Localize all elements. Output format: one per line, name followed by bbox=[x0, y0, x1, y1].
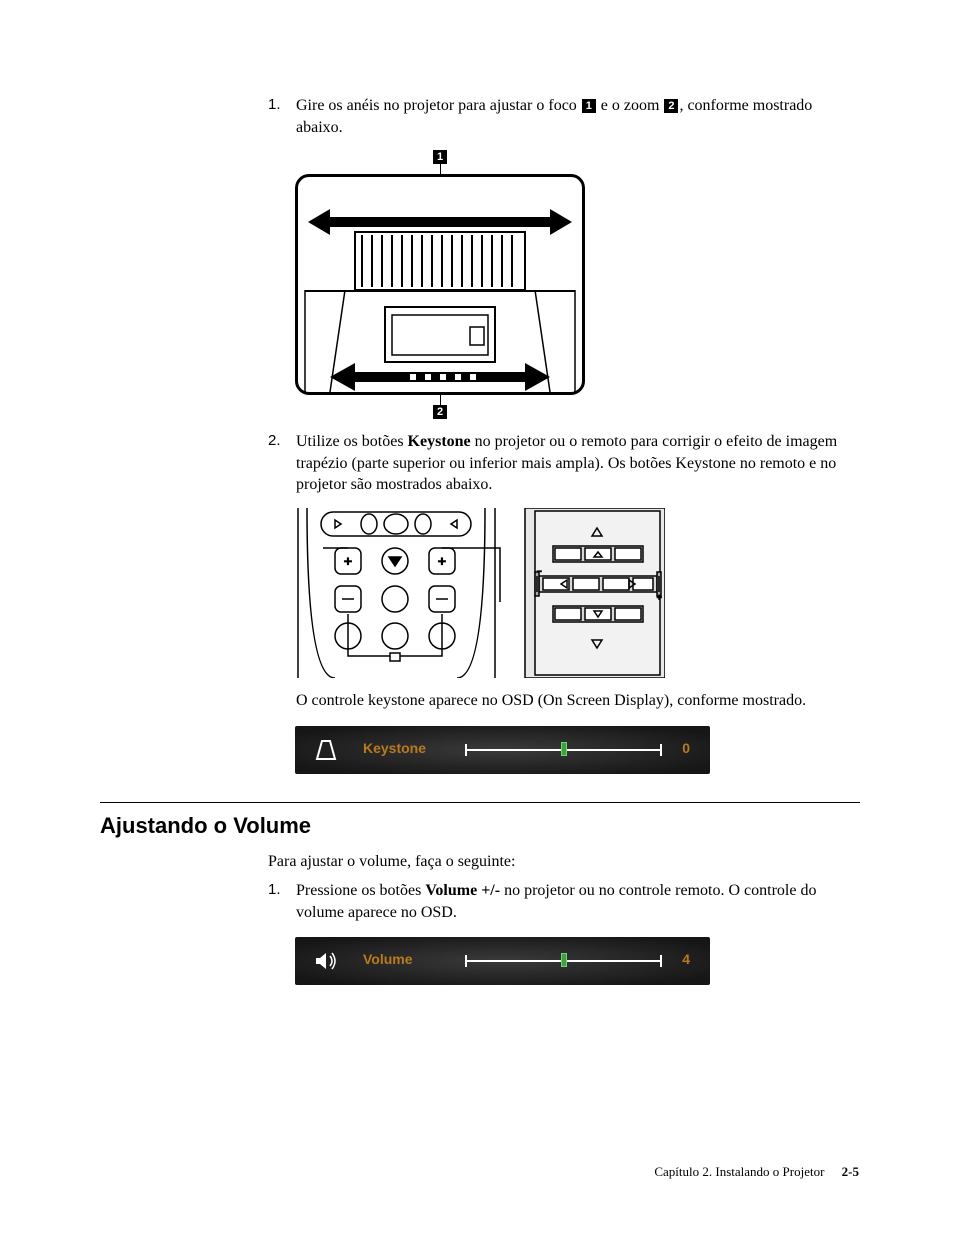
osd-slider-track bbox=[465, 960, 662, 962]
volume-step-1: 1. Pressione os botões Volume +/- no pro… bbox=[268, 880, 860, 923]
page-footer: Capítulo 2. Instalando o Projetor 2-5 bbox=[654, 1164, 859, 1180]
section-divider bbox=[100, 802, 860, 803]
steps-list-2: 2. Utilize os botões Keystone no projeto… bbox=[100, 431, 860, 496]
svg-text:−: − bbox=[537, 567, 542, 576]
callout-1-icon: 1 bbox=[582, 99, 596, 113]
step-number: 1. bbox=[268, 95, 281, 115]
svg-text:+: + bbox=[344, 555, 352, 570]
projector-lens-illustration bbox=[298, 177, 582, 392]
leader-line bbox=[440, 395, 441, 405]
figure-callout-top: 1 bbox=[433, 150, 447, 164]
footer-chapter: Capítulo 2. Instalando o Projetor bbox=[654, 1164, 824, 1179]
osd-volume-bar: Volume 4 bbox=[295, 937, 710, 985]
figure-box bbox=[295, 174, 585, 395]
step-text: Gire os anéis no projetor para ajustar o… bbox=[296, 97, 812, 136]
callout-2-icon: 2 bbox=[664, 99, 678, 113]
figure-keystone-buttons: + + bbox=[295, 508, 665, 678]
steps-list-1: 1. Gire os anéis no projetor para ajusta… bbox=[100, 95, 860, 138]
step-number: 2. bbox=[268, 431, 281, 451]
section-heading: Ajustando o Volume bbox=[100, 813, 860, 839]
figure-callout-bottom: 2 bbox=[433, 405, 447, 419]
osd-slider-track bbox=[465, 749, 662, 751]
osd-value: 0 bbox=[682, 740, 690, 756]
step-text: Pressione os botões Volume +/- no projet… bbox=[296, 882, 816, 921]
figure-focus-zoom: 1 bbox=[295, 150, 585, 419]
svg-text:+: + bbox=[438, 555, 446, 570]
step-text: Utilize os botões Keystone no projetor o… bbox=[296, 433, 837, 493]
volume-steps: 1. Pressione os botões Volume +/- no pro… bbox=[100, 880, 860, 923]
volume-icon bbox=[313, 948, 339, 979]
remote-and-panel-illustration: + + bbox=[295, 508, 665, 678]
footer-page: 2-5 bbox=[842, 1164, 859, 1179]
osd-slider-thumb bbox=[561, 953, 567, 967]
keystone-icon bbox=[313, 737, 339, 768]
osd-label: Keystone bbox=[363, 740, 426, 756]
page-content: 1. Gire os anéis no projetor para ajusta… bbox=[100, 95, 860, 985]
osd-slider-thumb bbox=[561, 742, 567, 756]
osd-caption: O controle keystone aparece no OSD (On S… bbox=[296, 690, 860, 712]
osd-value: 4 bbox=[682, 951, 690, 967]
osd-keystone-bar: Keystone 0 bbox=[295, 726, 710, 774]
step-2: 2. Utilize os botões Keystone no projeto… bbox=[268, 431, 860, 496]
osd-label: Volume bbox=[363, 951, 413, 967]
step-number: 1. bbox=[268, 880, 281, 900]
svg-text:+: + bbox=[657, 593, 662, 602]
step-1: 1. Gire os anéis no projetor para ajusta… bbox=[268, 95, 860, 138]
leader-line bbox=[440, 164, 441, 174]
volume-intro: Para ajustar o volume, faça o seguinte: bbox=[268, 851, 860, 873]
